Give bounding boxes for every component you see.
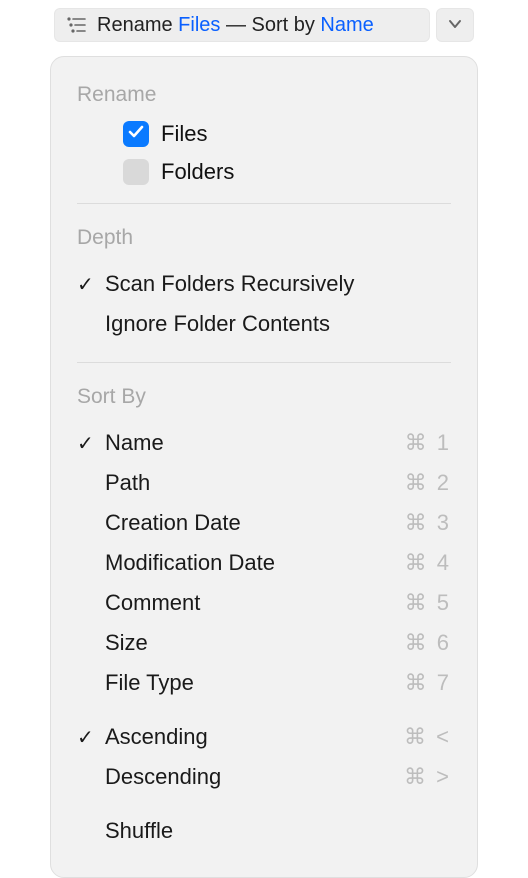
shortcut: ⌘ 7 bbox=[405, 670, 451, 696]
check-icon: ✓ bbox=[77, 725, 105, 750]
menu-item-label: Name bbox=[105, 430, 405, 456]
shortcut: ⌘ < bbox=[404, 724, 451, 750]
menu-item-sort-filetype[interactable]: File Type ⌘ 7 bbox=[77, 663, 451, 703]
shortcut: ⌘ 4 bbox=[405, 550, 451, 576]
menu-item-label: Modification Date bbox=[105, 550, 405, 576]
menu-item-label: File Type bbox=[105, 670, 405, 696]
menu-item-label: Descending bbox=[105, 764, 404, 790]
menu-item-sort-size[interactable]: Size ⌘ 6 bbox=[77, 623, 451, 663]
toolbar-dropdown-button[interactable] bbox=[436, 8, 474, 42]
shortcut: ⌘ 6 bbox=[405, 630, 451, 656]
divider bbox=[77, 362, 451, 363]
section-depth-header: Depth bbox=[77, 226, 451, 250]
menu-item-label: Creation Date bbox=[105, 510, 405, 536]
menu-item-sort-comment[interactable]: Comment ⌘ 5 bbox=[77, 583, 451, 623]
checkbox-files[interactable] bbox=[123, 121, 149, 147]
menu-item-descending[interactable]: Descending ⌘ > bbox=[77, 757, 451, 797]
menu-item-label: Ascending bbox=[105, 724, 404, 750]
checkbox-row-files[interactable]: Files bbox=[123, 121, 451, 147]
checkbox-folders[interactable] bbox=[123, 159, 149, 185]
shortcut: ⌘ 3 bbox=[405, 510, 451, 536]
menu-item-label: Comment bbox=[105, 590, 405, 616]
menu-item-label: Ignore Folder Contents bbox=[105, 311, 451, 337]
divider bbox=[77, 203, 451, 204]
chevron-down-icon bbox=[448, 16, 462, 34]
menu-item-sort-modification[interactable]: Modification Date ⌘ 4 bbox=[77, 543, 451, 583]
toolbar-title: Rename Files — Sort by Name bbox=[97, 14, 374, 37]
shortcut: ⌘ > bbox=[404, 764, 451, 790]
menu-item-ascending[interactable]: ✓ Ascending ⌘ < bbox=[77, 717, 451, 757]
menu-item-sort-creation[interactable]: Creation Date ⌘ 3 bbox=[77, 503, 451, 543]
toolbar: Rename Files — Sort by Name bbox=[54, 8, 474, 42]
menu-item-label: Size bbox=[105, 630, 405, 656]
menu-item-label: Scan Folders Recursively bbox=[105, 271, 451, 297]
section-rename-header: Rename bbox=[77, 83, 451, 107]
toolbar-mid: — Sort by bbox=[220, 14, 320, 36]
menu-item-label: Path bbox=[105, 470, 405, 496]
shortcut: ⌘ 1 bbox=[405, 430, 451, 456]
list-indent-icon bbox=[65, 17, 89, 33]
toolbar-link-files: Files bbox=[178, 14, 220, 36]
shortcut: ⌘ 2 bbox=[405, 470, 451, 496]
toolbar-prefix: Rename bbox=[97, 14, 178, 36]
menu-item-sort-name[interactable]: ✓ Name ⌘ 1 bbox=[77, 423, 451, 463]
menu-item-shuffle[interactable]: Shuffle bbox=[77, 811, 451, 851]
checkmark-icon bbox=[127, 123, 145, 146]
section-sortby-header: Sort By bbox=[77, 385, 451, 409]
checkbox-folders-label: Folders bbox=[161, 159, 234, 185]
toolbar-link-name: Name bbox=[320, 14, 373, 36]
menu-item-sort-path[interactable]: Path ⌘ 2 bbox=[77, 463, 451, 503]
menu-item-label: Shuffle bbox=[105, 818, 451, 844]
menu-item-scan-recursively[interactable]: ✓ Scan Folders Recursively bbox=[77, 264, 451, 304]
toolbar-title-button[interactable]: Rename Files — Sort by Name bbox=[54, 8, 430, 42]
menu-item-ignore-contents[interactable]: Ignore Folder Contents bbox=[77, 304, 451, 344]
check-icon: ✓ bbox=[77, 431, 105, 456]
checkbox-files-label: Files bbox=[161, 121, 207, 147]
check-icon: ✓ bbox=[77, 272, 105, 297]
checkbox-row-folders[interactable]: Folders bbox=[123, 159, 451, 185]
shortcut: ⌘ 5 bbox=[405, 590, 451, 616]
options-panel: Rename Files Folders Depth ✓ Scan Folder… bbox=[50, 56, 478, 878]
